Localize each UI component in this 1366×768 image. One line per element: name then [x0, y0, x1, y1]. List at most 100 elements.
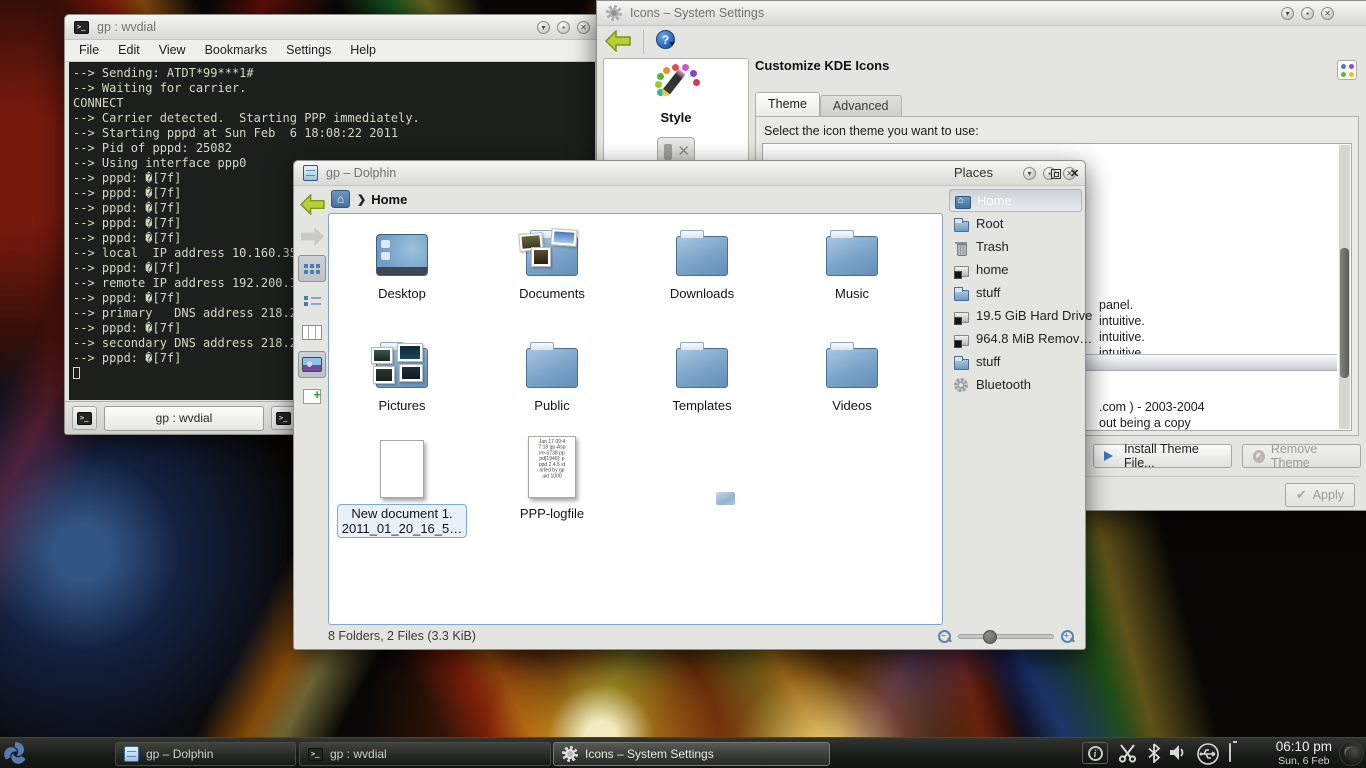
home-icon[interactable]: ⌂	[331, 190, 350, 208]
place-item-home-partition[interactable]: home	[949, 258, 1082, 281]
split-view-button[interactable]	[298, 383, 326, 410]
back-button[interactable]	[605, 30, 631, 57]
folder-item-desktop[interactable]: Desktop	[327, 222, 477, 301]
maximize-button[interactable]: ▪	[557, 21, 570, 34]
minimize-button[interactable]: ▾	[1023, 167, 1036, 180]
status-text: 8 Folders, 2 Files (3.3 KiB)	[328, 629, 476, 643]
menu-edit[interactable]: Edit	[118, 43, 140, 57]
notifications-icon[interactable]: i	[1082, 742, 1108, 764]
sidebar-item-style[interactable]: Style	[604, 59, 748, 125]
install-theme-button[interactable]: Install Theme File...	[1093, 444, 1232, 468]
text-file-icon: Jan 17 09:4 7:18 gp-Asp ire-5738 pp pd[1…	[528, 436, 576, 498]
gear-icon	[562, 746, 578, 762]
bluetooth-icon[interactable]	[1147, 743, 1161, 763]
sidebar-item-label: Style	[604, 110, 748, 125]
zoom-out-icon[interactable]: −	[937, 629, 952, 644]
tab-theme[interactable]: Theme	[755, 92, 820, 116]
no-entry-icon	[1253, 450, 1265, 463]
breadcrumb[interactable]: Home	[371, 192, 407, 207]
folder-item-videos[interactable]: Videos	[777, 334, 927, 413]
zoom-in-icon[interactable]: +	[1060, 629, 1075, 644]
file-item-ppp-logfile[interactable]: Jan 17 09:4 7:18 gp-Asp ire-5738 pp pd[1…	[477, 436, 627, 521]
scrollbar[interactable]	[1339, 145, 1350, 429]
taskbar-task-dolphin[interactable]: gp – Dolphin	[115, 742, 296, 766]
menu-view[interactable]: View	[159, 43, 186, 57]
home-icon	[954, 193, 970, 209]
device-notifier-usb-icon[interactable]	[1196, 742, 1220, 766]
place-item-hard-drive[interactable]: 19.5 GiB Hard Drive	[949, 304, 1082, 327]
gear-icon	[606, 5, 622, 21]
preview-button[interactable]	[298, 351, 326, 378]
float-panel-icon[interactable]	[1051, 169, 1061, 179]
menu-file[interactable]: File	[79, 43, 99, 57]
places-panel-title: Places	[954, 165, 993, 180]
bluetooth-icon	[953, 377, 969, 393]
remove-theme-button[interactable]: Remove Theme	[1242, 444, 1361, 468]
breadcrumb-separator: ❯	[357, 193, 366, 206]
volume-icon[interactable]	[1169, 744, 1189, 761]
folder-item-documents[interactable]: Documents	[477, 222, 627, 301]
details-view-button[interactable]	[298, 287, 326, 314]
scrollbar-thumb[interactable]	[1340, 248, 1349, 378]
zoom-slider-handle[interactable]	[983, 630, 997, 644]
folder-item-public[interactable]: Public	[477, 334, 627, 413]
dolphin-folder-view[interactable]: Desktop Documents Downloads Music	[328, 213, 943, 625]
close-panel-icon[interactable]: ✕	[1070, 167, 1079, 180]
terminal-titlebar[interactable]: >_ gp : wvdial ▾ ▪ ✕	[65, 15, 599, 40]
zoom-slider[interactable]	[958, 634, 1054, 639]
new-tab-button[interactable]: >_	[72, 406, 97, 430]
folder-item-pictures[interactable]: Pictures	[327, 334, 477, 413]
minimize-button[interactable]: ▾	[537, 21, 550, 34]
folder-item-templates[interactable]: Templates	[627, 334, 777, 413]
place-item-trash[interactable]: Trash	[949, 235, 1082, 258]
klipper-scissors-icon[interactable]	[1117, 743, 1138, 763]
place-item-stuff[interactable]: stuff	[949, 281, 1082, 304]
settings-titlebar[interactable]: Icons – System Settings ▾ ▪ ✕	[597, 1, 1366, 26]
battery-icon[interactable]	[1229, 744, 1231, 762]
taskbar-task-wvdial[interactable]: >_ gp : wvdial	[299, 742, 551, 766]
forward-button[interactable]	[298, 223, 326, 250]
place-item-home[interactable]: Home	[949, 189, 1082, 212]
settings-tabs: Theme Advanced	[755, 92, 902, 116]
help-button[interactable]: ?	[656, 30, 675, 49]
folder-item-downloads[interactable]: Downloads	[627, 222, 777, 301]
menu-bookmarks[interactable]: Bookmarks	[205, 43, 268, 57]
taskbar-task-system-settings[interactable]: Icons – System Settings	[553, 742, 830, 766]
minimize-button[interactable]: ▾	[1281, 7, 1294, 20]
plasma-cashew-icon[interactable]	[1339, 741, 1364, 766]
dolphin-statusbar: 8 Folders, 2 Files (3.3 KiB) − +	[294, 623, 1085, 649]
folder-icon	[826, 348, 878, 388]
terminal-tab[interactable]: gp : wvdial	[104, 406, 264, 431]
apply-row: ✔ Apply	[1285, 483, 1355, 507]
desktop-background: >_ gp : wvdial ▾ ▪ ✕ File Edit View Book…	[0, 0, 1366, 768]
kde-launcher-icon[interactable]	[2, 740, 29, 768]
folder-icon	[826, 236, 878, 276]
folder-item-music[interactable]: Music	[777, 222, 927, 301]
place-item-bluetooth[interactable]: Bluetooth	[949, 373, 1082, 396]
clock-time: 06:10 pm	[1276, 740, 1332, 754]
maximize-button[interactable]: ▪	[1301, 7, 1314, 20]
apply-button[interactable]: ✔ Apply	[1285, 483, 1355, 507]
place-item-removable[interactable]: 964.8 MiB Remov…	[949, 327, 1082, 350]
clock[interactable]: 06:10 pm Sun, 6 Feb	[1276, 740, 1332, 768]
info-icon: i	[1088, 746, 1103, 761]
icon-sizes-icon[interactable]	[1337, 60, 1357, 80]
icons-view-icon	[304, 263, 320, 275]
selected-file-label: New document 1.2011_01_20_16_5…	[337, 504, 468, 538]
folder-icon	[526, 348, 578, 388]
place-item-stuff-2[interactable]: stuff	[949, 350, 1082, 373]
columns-view-button[interactable]	[298, 319, 326, 346]
back-button[interactable]	[298, 191, 326, 218]
folder-icon	[953, 285, 969, 301]
terminal-cursor	[73, 367, 80, 379]
theme-list-text: intuitive.	[1099, 313, 1145, 329]
close-button[interactable]: ✕	[1321, 7, 1334, 20]
place-item-root[interactable]: Root	[949, 212, 1082, 235]
menu-settings[interactable]: Settings	[286, 43, 331, 57]
file-item-new-document[interactable]: New document 1.2011_01_20_16_5…	[327, 436, 477, 538]
tab-advanced[interactable]: Advanced	[820, 95, 902, 116]
documents-folder-icon	[526, 236, 578, 276]
icons-view-button[interactable]	[298, 255, 326, 282]
close-button[interactable]: ✕	[577, 21, 590, 34]
menu-help[interactable]: Help	[350, 43, 376, 57]
